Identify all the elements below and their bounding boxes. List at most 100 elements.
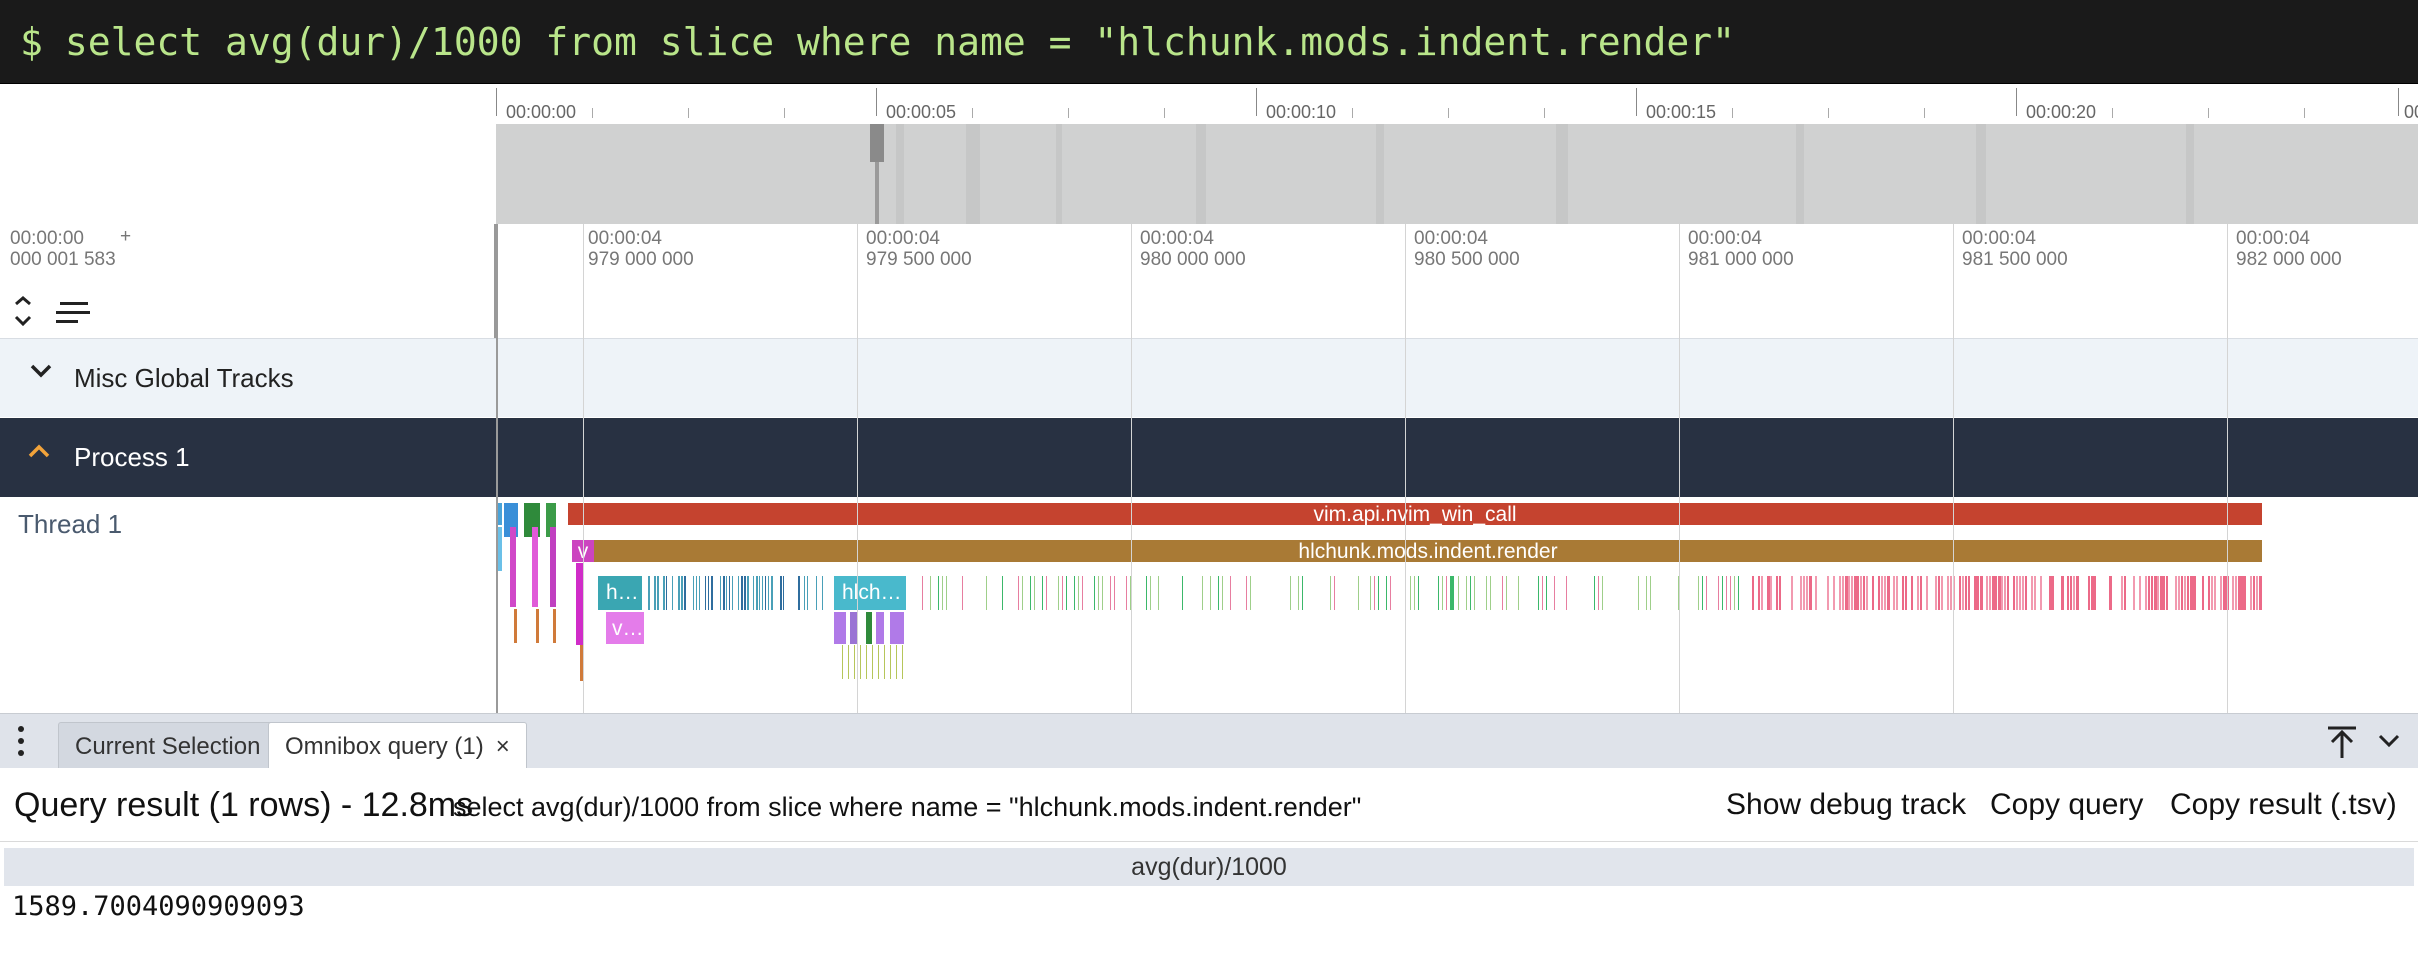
slice-tiny (2052, 576, 2054, 610)
slice-tiny (1418, 576, 1419, 610)
slice-tiny (1845, 576, 1848, 610)
slice-tiny (2067, 576, 2069, 610)
time-grid-line (1679, 224, 1680, 713)
slice-tiny (1202, 576, 1203, 610)
time-grid-line (1953, 224, 1954, 713)
slice-tiny (866, 645, 867, 679)
overview-axis: 00:00:00 00:00:05 00:00:10 00:00:15 00:0… (496, 84, 2418, 124)
time-tick-label: 00:00:04 982 000 000 (2236, 228, 2342, 270)
slice-tiny (798, 576, 800, 610)
table-cell[interactable]: 1589.7004090909093 (4, 886, 2414, 928)
overview-tick (1256, 88, 1257, 116)
slice-tiny (804, 576, 805, 610)
slice-tiny (1182, 576, 1183, 610)
slice-tiny (2208, 576, 2210, 610)
overview-tick-label: 00 (2404, 102, 2418, 122)
overview-density-band (1976, 124, 1986, 224)
thread-flame-chart[interactable]: vim.api.nvim_win_call hlchunk.mods.inden… (0, 497, 2418, 713)
misc-global-tracks-header[interactable]: Misc Global Tracks (0, 338, 2418, 417)
collapse-panel-icon[interactable] (2376, 728, 2402, 761)
slice-tiny (696, 576, 697, 610)
slice-tiny (708, 576, 709, 610)
slice-tiny (1800, 576, 1802, 610)
slice-tiny (1466, 576, 1467, 610)
slice-tiny (1410, 576, 1411, 610)
tab-current-selection[interactable]: Current Selection (58, 722, 278, 769)
expand-collapse-all-icon[interactable] (12, 296, 34, 327)
overview-minor-tick (1164, 108, 1165, 118)
slice-tiny (890, 645, 891, 679)
overview-drag-handle[interactable] (870, 124, 884, 162)
slice-tiny (663, 576, 665, 610)
slice-tiny (1776, 576, 1778, 610)
slice-tiny (1542, 576, 1543, 610)
slice-tiny (1896, 576, 1898, 610)
track-shell-divider[interactable] (496, 224, 498, 713)
slice-tiny (1974, 576, 1977, 610)
slice-tiny (1390, 576, 1391, 610)
copy-query-button[interactable]: Copy query (1990, 788, 2143, 822)
process-1-header[interactable]: Process 1 (0, 418, 2418, 497)
show-debug-track-button[interactable]: Show debug track (1726, 788, 1966, 822)
timeline-offset-plus: + (120, 226, 132, 247)
slice-tiny (1470, 576, 1471, 610)
slice-tiny (1302, 576, 1303, 610)
copy-result-button[interactable]: Copy result (.tsv) (2170, 788, 2397, 822)
slice-tiny (2019, 576, 2021, 610)
overview-minor-tick (784, 108, 785, 118)
slice-tiny (2073, 576, 2075, 610)
overview-minimap[interactable] (496, 124, 2418, 224)
overview-minor-tick (1068, 108, 1069, 118)
slice-tiny (866, 612, 872, 644)
track-options-icon[interactable] (56, 302, 92, 324)
close-icon[interactable]: × (496, 733, 510, 760)
process-1-label: Process 1 (74, 442, 190, 472)
slice-tiny (1947, 576, 1949, 610)
chevron-down-icon[interactable] (28, 357, 54, 390)
slice-h-small-label: h… (606, 581, 639, 604)
tab-omnibox-query[interactable]: Omnibox query (1) × (268, 722, 527, 769)
column-header[interactable]: avg(dur)/1000 (4, 848, 2414, 886)
overview-minor-tick (1352, 108, 1353, 118)
slice-tiny (1298, 576, 1299, 610)
omnibox[interactable]: $ select avg(dur)/1000 from slice where … (0, 0, 2418, 84)
slice-tiny (699, 576, 700, 610)
slice-tiny (2070, 576, 2072, 610)
slice-tiny (732, 576, 733, 610)
slice-tiny (726, 576, 727, 610)
slice-tiny (848, 645, 849, 679)
slice-tiny (2244, 576, 2246, 610)
slice-tiny (1989, 576, 1991, 610)
overview-tick-label: 00:00:15 (1646, 102, 1717, 122)
slice-tiny (759, 576, 760, 610)
slice-tiny (1474, 576, 1475, 610)
slice-tiny (1066, 576, 1067, 610)
maximize-panel-icon[interactable] (2324, 724, 2360, 760)
slice-tiny (2031, 576, 2033, 610)
slice-tiny (1078, 576, 1079, 610)
panel-menu-icon[interactable] (16, 724, 24, 760)
slice-tiny (1378, 576, 1379, 610)
omnibox-query-text[interactable]: select avg(dur)/1000 from slice where na… (65, 20, 1735, 64)
slice-tiny (1815, 576, 1817, 610)
slice-tiny (1446, 576, 1447, 610)
slice-tiny (657, 576, 659, 610)
slice-tiny (1370, 576, 1371, 610)
chevron-up-icon[interactable] (26, 438, 52, 471)
slice-tiny (729, 576, 730, 610)
slice-tiny (1986, 576, 1988, 610)
slice-tiny (1752, 576, 1754, 610)
slice-tiny (768, 576, 769, 610)
slice-tiny (1767, 576, 1770, 610)
slice-tiny (1554, 576, 1555, 610)
slice-tiny (1848, 576, 1850, 610)
slice-tiny (1866, 576, 1868, 610)
slice-tiny (1246, 576, 1247, 610)
slice-tiny (1082, 576, 1083, 610)
overview-minor-tick (2112, 108, 2113, 118)
slice-tiny (1770, 576, 1772, 610)
slice-tiny (1839, 576, 1841, 610)
slice-tiny (1884, 576, 1886, 610)
slice-tiny (2139, 576, 2141, 610)
thread-1-track[interactable]: Thread 1 vim.api.nvim_win_call hlchunk.m… (0, 497, 2418, 713)
